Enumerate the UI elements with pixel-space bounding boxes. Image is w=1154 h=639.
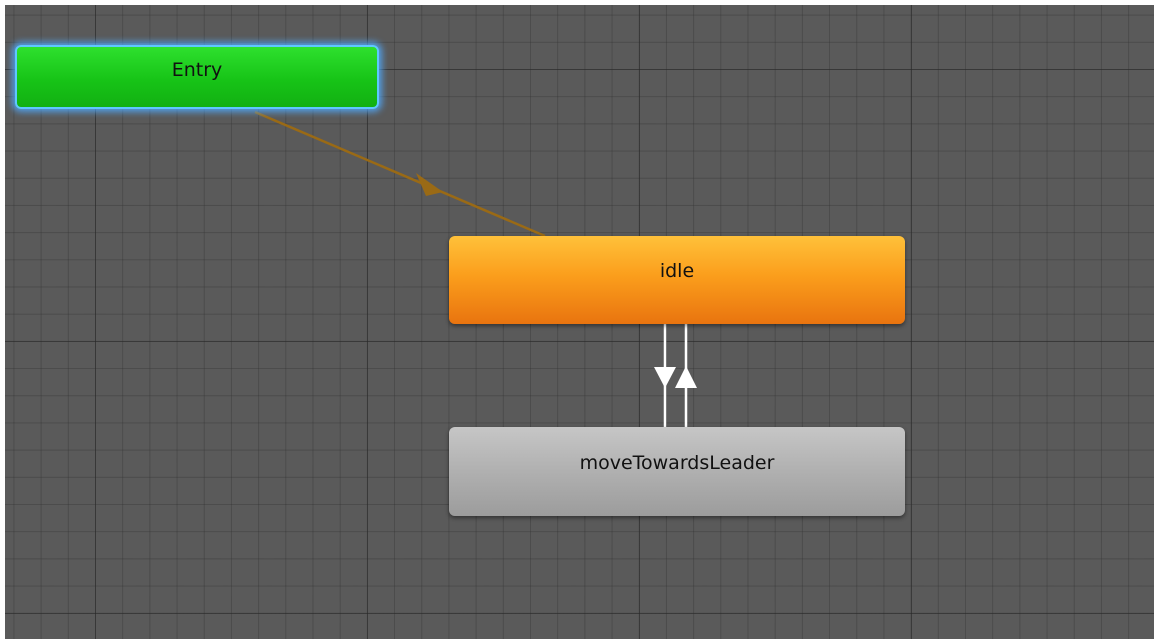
transition-line-entry-idle[interactable]: [254, 110, 546, 238]
arrow-right-down-icon: [416, 173, 443, 196]
idle-state-label: idle: [659, 260, 695, 282]
arrow-up-icon: [675, 366, 697, 388]
transition-move-to-idle[interactable]: [675, 324, 697, 427]
entry-state-label: Entry: [171, 59, 223, 81]
entry-state-node[interactable]: Entry: [15, 45, 379, 109]
transition-entry-to-idle[interactable]: [254, 110, 546, 238]
move-towards-leader-state-label: moveTowardsLeader: [579, 451, 775, 474]
animator-graph-canvas[interactable]: Entry idle moveTowardsLeader: [5, 5, 1154, 639]
arrow-down-icon: [654, 367, 676, 388]
transition-idle-to-move[interactable]: [654, 324, 676, 427]
idle-state-node[interactable]: idle: [449, 236, 905, 324]
move-towards-leader-state-node[interactable]: moveTowardsLeader: [449, 427, 905, 516]
